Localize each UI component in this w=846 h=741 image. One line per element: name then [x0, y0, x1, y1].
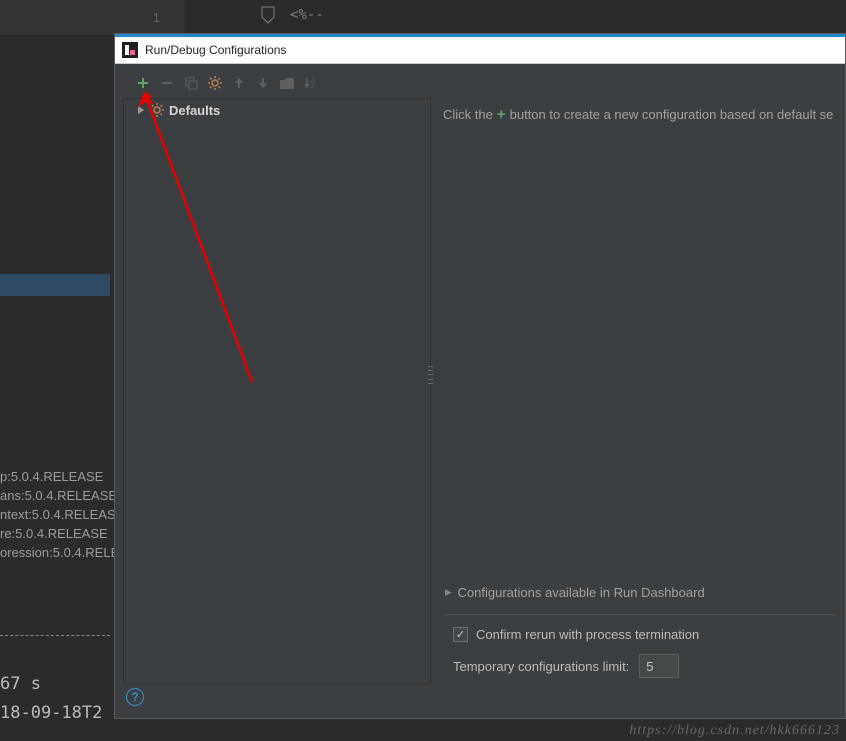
config-toolbar: AZ	[123, 64, 837, 98]
run-debug-config-dialog: Run/Debug Configurations	[114, 33, 846, 719]
config-detail-panel: Click the + button to create a new confi…	[431, 98, 837, 684]
console-divider	[0, 635, 110, 636]
panel-resize-grip[interactable]	[428, 364, 433, 386]
help-button[interactable]: ?	[126, 688, 144, 706]
intellij-icon	[122, 42, 138, 58]
editor-gutter: 1	[0, 0, 185, 35]
move-down-button	[253, 73, 273, 93]
dep-line: re:5.0.4.RELEASE	[0, 524, 128, 543]
edit-defaults-button[interactable]	[205, 73, 225, 93]
dep-line: p:5.0.4.RELEASE	[0, 467, 128, 486]
confirm-rerun-checkbox[interactable]	[453, 627, 468, 642]
defaults-label: Defaults	[169, 103, 220, 118]
config-tree-panel[interactable]: Defaults	[123, 98, 431, 684]
dialog-titlebar[interactable]: Run/Debug Configurations	[115, 34, 845, 64]
add-config-button[interactable]	[133, 73, 153, 93]
console-output: 67 s 18-09-18T2	[0, 670, 102, 728]
defaults-tree-node[interactable]: Defaults	[124, 99, 430, 121]
folder-button	[277, 73, 297, 93]
code-fragment: <%--	[290, 7, 324, 23]
editor-background: 1 <%--	[0, 0, 846, 35]
plus-icon: +	[497, 106, 506, 123]
temp-limit-label: Temporary configurations limit:	[453, 659, 629, 674]
sort-button: AZ	[301, 73, 321, 93]
dialog-title: Run/Debug Configurations	[145, 43, 286, 57]
selection-strip	[0, 274, 110, 296]
hint-text: Click the + button to create a new confi…	[443, 106, 837, 123]
temp-limit-input[interactable]	[639, 654, 679, 678]
dependency-list: p:5.0.4.RELEASE ans:5.0.4.RELEASE ntext:…	[0, 467, 128, 562]
expand-icon[interactable]	[136, 105, 146, 115]
dep-line: ans:5.0.4.RELEASE	[0, 486, 128, 505]
watermark: https://blog.csdn.net/hkk666123	[629, 723, 840, 739]
separator	[443, 614, 837, 615]
copy-config-button	[181, 73, 201, 93]
fold-icon[interactable]	[260, 5, 276, 28]
dep-line: ntext:5.0.4.RELEASE	[0, 505, 128, 524]
move-up-button	[229, 73, 249, 93]
line-number: 1	[10, 10, 180, 25]
svg-text:Z: Z	[311, 84, 315, 89]
remove-config-button	[157, 73, 177, 93]
confirm-rerun-label: Confirm rerun with process termination	[476, 627, 699, 642]
chevron-right-icon: ▸	[445, 584, 452, 600]
gear-icon	[150, 103, 164, 117]
dashboard-disclosure[interactable]: ▸ Configurations available in Run Dashbo…	[443, 576, 837, 608]
dep-line: oression:5.0.4.RELEA	[0, 543, 128, 562]
